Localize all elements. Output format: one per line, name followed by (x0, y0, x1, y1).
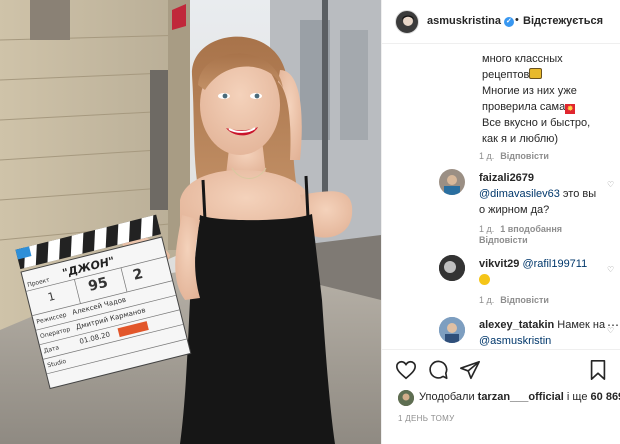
caption-line-2-text: рецептов (482, 69, 530, 81)
caption-reply-link[interactable]: Відповісти (500, 151, 549, 161)
liker-avatar-image (398, 390, 414, 406)
follow-button[interactable]: Відстежується (523, 15, 603, 27)
comment-reply-link[interactable]: Відповісти (479, 235, 528, 245)
clapper-director-label: Режиссер (35, 311, 68, 326)
comment-line-2: @dimavasilev63 это вы (479, 186, 614, 202)
comment-mention[interactable]: @rafil199711 (522, 258, 587, 270)
instagram-post-view: "ДЖОН" Проект 95 2 1 Режиссер Алексей Ча… (0, 0, 620, 444)
comment-avatar[interactable] (439, 169, 465, 195)
post-timestamp[interactable]: 1 ДЕНЬ ТОМУ (398, 414, 454, 423)
post-photo[interactable]: "ДЖОН" Проект 95 2 1 Режиссер Алексей Ча… (0, 0, 381, 444)
header-separator: • (515, 14, 519, 26)
author-username[interactable]: asmuskristina ✓ (427, 15, 514, 27)
comment-like-icon[interactable]: ♡ (607, 180, 614, 189)
caption-line-4-text: проверила сама (482, 101, 566, 113)
comment-item: vikvit29 @rafil199711 (479, 256, 614, 288)
bookmark-icon[interactable] (587, 359, 609, 381)
comment-meta: 1 д. 1 вподобання (479, 224, 562, 234)
author-username-text[interactable]: asmuskristina (427, 15, 501, 27)
comment-age: 1 д. (479, 224, 495, 234)
caption-line-3: Многие из них уже (482, 85, 577, 97)
clapper-take: 2 (131, 265, 145, 284)
comment-line-3: о жирном да? (479, 204, 550, 216)
comment-username[interactable]: alexey_tatakin (479, 319, 554, 331)
comment-line-2: @asmuskristin (479, 333, 614, 349)
taco-emoji-icon (529, 68, 543, 79)
clapper-operator-label: Оператор (39, 325, 72, 341)
caption-line-2: рецептов (482, 67, 617, 83)
post-header: asmuskristina ✓ • Відстежується (382, 0, 620, 44)
caption-age: 1 д. (479, 151, 495, 161)
comment-reply-link[interactable]: Відповісти (500, 295, 549, 305)
caption-line-5: Все вкусно и быстро, (482, 117, 591, 129)
comments-list[interactable]: много классных рецептов Многие из них уж… (382, 44, 620, 349)
comment-line-1: vikvit29 @rafil199711 (479, 256, 614, 272)
comment-meta: 1 д. Відповісти (479, 295, 549, 305)
post-caption: много классных рецептов Многие из них уж… (482, 51, 617, 147)
verified-badge-icon: ✓ (503, 17, 514, 27)
comment-meta-reply: Відповісти (479, 235, 528, 245)
author-avatar-image (402, 15, 414, 26)
comment-avatar[interactable] (439, 317, 465, 343)
comment-avatar-image (439, 317, 465, 343)
comment-line-1: alexey_tatakin Намек на (479, 317, 614, 333)
collision-emoji-icon: ✸ (565, 104, 576, 114)
post-side-panel: asmuskristina ✓ • Відстежується много кла… (381, 0, 620, 444)
clapper-project-label: Проект (26, 276, 51, 289)
post-options-icon[interactable]: ⋯ (607, 318, 619, 332)
clapper-title: "ДЖОН" (61, 254, 116, 280)
comment-text: Намек на (554, 319, 606, 331)
clapper-number: 1 (46, 289, 57, 305)
comment-icon[interactable] (427, 359, 449, 381)
comment-item: alexey_tatakin Намек на @asmuskristin (479, 317, 614, 349)
laughing-emoji-icon (479, 274, 490, 285)
likes-count[interactable]: 60 869 (591, 391, 620, 403)
likes-middle: і ще (563, 391, 591, 403)
comment-likes-count[interactable]: 1 вподобання (500, 224, 562, 234)
likes-summary: Уподобали tarzan___official і ще 60 869 (419, 391, 620, 403)
comment-avatar[interactable] (439, 255, 465, 281)
comment-line-1: faizali2679 (479, 170, 614, 186)
caption-line-1: много классных (482, 53, 563, 65)
comment-like-icon[interactable]: ♡ (607, 265, 614, 274)
caption-line-4: проверила сама ✸ (482, 99, 617, 115)
clapper-studio-label: Studio (46, 357, 67, 370)
like-heart-icon[interactable] (395, 359, 417, 381)
comment-avatar-image (444, 175, 460, 195)
comment-username[interactable]: vikvit29 (479, 258, 519, 270)
caption-meta: 1 д. Відповісти (479, 151, 549, 161)
comment-age: 1 д. (479, 295, 495, 305)
likes-prefix: Уподобали (419, 391, 478, 403)
clapper-date: 01.08.20 (78, 330, 111, 346)
caption-line-6: как я и люблю) (482, 133, 559, 145)
comment-mention[interactable]: @asmuskristin (479, 335, 551, 347)
comment-item: faizali2679 @dimavasilev63 это вы о жирн… (479, 170, 614, 218)
comment-avatar-image (439, 255, 465, 281)
comment-username[interactable]: faizali2679 (479, 172, 534, 184)
comment-line-2 (479, 272, 614, 288)
comment-text: это вы (559, 188, 597, 200)
liker-avatar[interactable] (398, 390, 414, 406)
share-icon[interactable] (459, 359, 481, 381)
comment-mention[interactable]: @dimavasilev63 (479, 188, 560, 200)
clapper-date-label: Дата (43, 344, 60, 355)
clapper-scene: 95 (86, 274, 110, 295)
author-avatar[interactable] (395, 10, 419, 34)
post-actions: Уподобали tarzan___official і ще 60 869 … (382, 349, 620, 444)
likes-user-link[interactable]: tarzan___official (478, 391, 564, 403)
